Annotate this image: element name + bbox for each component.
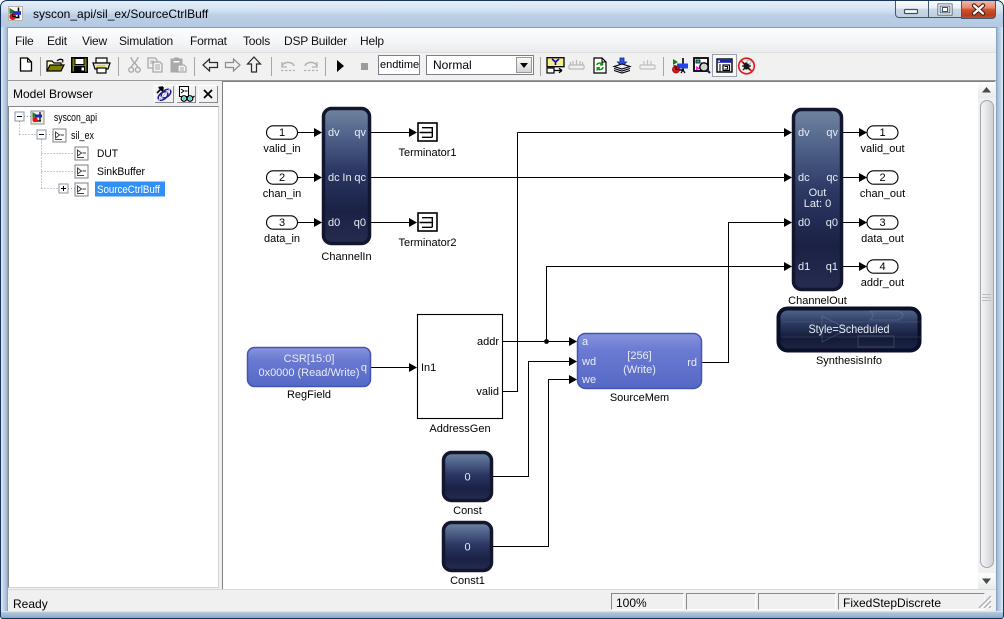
svg-text:(Write): (Write)	[623, 364, 656, 376]
svg-text:d1: d1	[798, 261, 810, 273]
svg-text:1: 1	[879, 127, 885, 139]
svg-text:1: 1	[279, 127, 285, 139]
svg-text:qv: qv	[826, 127, 838, 139]
svg-text:qc: qc	[826, 172, 838, 184]
svg-text:sil_ex: sil_ex	[71, 130, 94, 142]
svg-text:SourceMem: SourceMem	[610, 392, 669, 404]
svg-text:data_out: data_out	[861, 233, 904, 245]
svg-text:ChannelOut: ChannelOut	[788, 295, 847, 307]
svg-text:In: In	[342, 172, 351, 184]
svg-text:syscon_api: syscon_api	[54, 112, 97, 124]
svg-text:4: 4	[879, 261, 885, 273]
svg-text:Const: Const	[453, 505, 482, 517]
svg-text:qc: qc	[354, 172, 366, 184]
svg-text:Const1: Const1	[450, 575, 485, 587]
svg-text:q: q	[361, 362, 367, 374]
svg-text:q0: q0	[826, 217, 838, 229]
svg-text:dc: dc	[798, 172, 810, 184]
svg-text:rd: rd	[687, 357, 697, 369]
svg-text:Terminator1: Terminator1	[398, 147, 456, 159]
svg-text:[256]: [256]	[627, 350, 651, 362]
svg-text:dc: dc	[328, 172, 340, 184]
svg-text:3: 3	[279, 217, 285, 229]
svg-text:In1: In1	[421, 362, 436, 374]
svg-text:qv: qv	[354, 127, 366, 139]
svg-text:a: a	[582, 336, 589, 348]
svg-text:addr_out: addr_out	[861, 277, 904, 289]
svg-text:Style=Scheduled: Style=Scheduled	[809, 322, 890, 336]
svg-text:DUT: DUT	[97, 148, 118, 160]
svg-text:chan_out: chan_out	[860, 188, 905, 200]
svg-text:Terminator2: Terminator2	[398, 237, 456, 249]
svg-text:q1: q1	[826, 261, 838, 273]
svg-text:SynthesisInfo: SynthesisInfo	[816, 355, 882, 367]
svg-text:valid_out: valid_out	[860, 143, 904, 155]
svg-text:q0: q0	[354, 217, 366, 229]
svg-text:3: 3	[879, 217, 885, 229]
svg-text:wd: wd	[581, 356, 596, 368]
svg-text:d0: d0	[798, 217, 810, 229]
svg-text:ChannelIn: ChannelIn	[321, 251, 371, 263]
svg-text:addr: addr	[477, 336, 499, 348]
svg-text:SourceCtrlBuff: SourceCtrlBuff	[97, 184, 161, 196]
svg-text:CSR[15:0]: CSR[15:0]	[284, 353, 335, 365]
svg-text:RegField: RegField	[287, 389, 331, 401]
svg-text:dv: dv	[328, 127, 340, 139]
svg-text:d0: d0	[328, 217, 340, 229]
svg-text:Lat: 0: Lat: 0	[804, 198, 832, 210]
svg-text:dv: dv	[798, 127, 810, 139]
svg-text:2: 2	[879, 172, 885, 184]
svg-text:data_in: data_in	[264, 233, 300, 245]
svg-text:0: 0	[464, 542, 470, 554]
svg-text:0: 0	[464, 472, 470, 484]
svg-text:0x0000 (Read/Write): 0x0000 (Read/Write)	[259, 367, 360, 379]
svg-text:AddressGen: AddressGen	[429, 423, 490, 435]
svg-text:valid: valid	[476, 386, 499, 398]
svg-text:2: 2	[279, 172, 285, 184]
svg-text:chan_in: chan_in	[263, 188, 302, 200]
svg-text:we: we	[581, 374, 596, 386]
svg-text:valid_in: valid_in	[263, 143, 300, 155]
svg-text:SinkBuffer: SinkBuffer	[97, 166, 145, 178]
